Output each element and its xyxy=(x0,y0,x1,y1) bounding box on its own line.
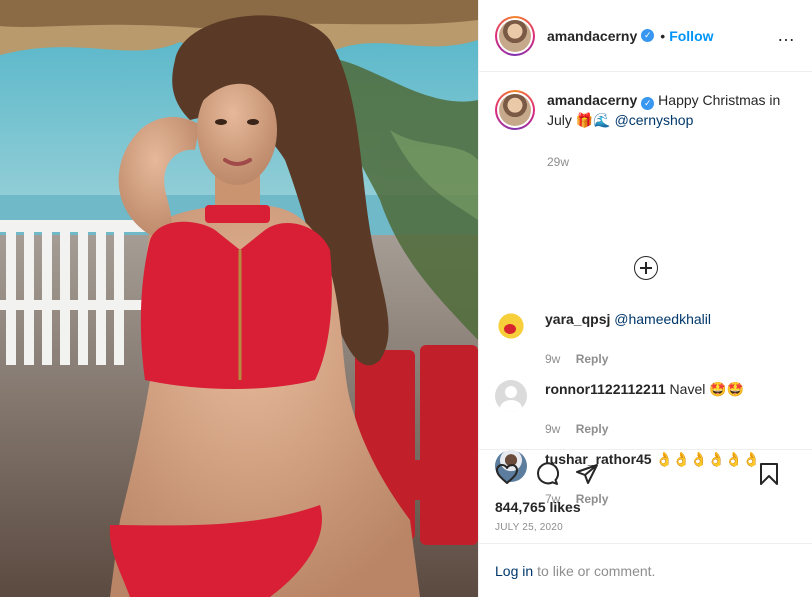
comment-username[interactable]: ronnor1122112211 xyxy=(545,381,666,397)
follow-button[interactable]: Follow xyxy=(669,28,713,44)
post-header: amandacerny ✓ • Follow … xyxy=(479,0,812,72)
login-link[interactable]: Log in xyxy=(495,563,533,579)
comment-text: Navel 🤩🤩 xyxy=(669,381,745,397)
commenter-avatar[interactable] xyxy=(495,380,527,412)
author-avatar-image xyxy=(499,19,531,52)
comment-timestamp[interactable]: 9w xyxy=(545,352,560,366)
verified-badge-icon: ✓ xyxy=(641,29,655,42)
login-prompt-text: to like or comment. xyxy=(537,562,656,579)
like-heart-icon[interactable] xyxy=(495,462,519,486)
comments-area: amandacerny ✓ Happy Christmas in July 🎁🌊 … xyxy=(479,72,812,506)
comment-body: ronnor1122112211 Navel 🤩🤩 9w Reply xyxy=(545,380,744,438)
post-date[interactable]: JULY 25, 2020 xyxy=(479,516,812,533)
caption-emoji: 🎁🌊 xyxy=(575,112,611,128)
likes-count[interactable]: 844,765 likes xyxy=(479,498,812,516)
comment-username[interactable]: yara_qpsj xyxy=(545,311,610,327)
comment-meta: 9w Reply xyxy=(545,350,711,368)
post-side-panel: amandacerny ✓ • Follow … amandacerny ✓ Ha… xyxy=(478,0,812,597)
comment-mention-link[interactable]: @hameedkhalil xyxy=(614,311,711,327)
post-caption: amandacerny ✓ Happy Christmas in July 🎁🌊 … xyxy=(495,90,796,172)
author-username[interactable]: amandacerny xyxy=(547,28,637,44)
more-options-icon[interactable]: … xyxy=(777,25,796,46)
share-paper-plane-icon[interactable] xyxy=(575,462,599,486)
reply-button[interactable]: Reply xyxy=(576,422,609,436)
caption-timestamp[interactable]: 29w xyxy=(547,152,787,172)
comment-timestamp[interactable]: 9w xyxy=(545,422,560,436)
caption-username[interactable]: amandacerny xyxy=(547,92,637,108)
post-photo[interactable] xyxy=(0,0,478,597)
load-more-comments-icon[interactable] xyxy=(634,256,658,280)
comment-item: yara_qpsj @hameedkhalil 9w Reply xyxy=(495,310,711,368)
action-icon-row xyxy=(479,450,812,498)
commenter-avatar[interactable] xyxy=(495,310,527,342)
header-separator: • xyxy=(660,27,666,44)
author-avatar[interactable] xyxy=(495,15,535,56)
comment-item: ronnor1122112211 Navel 🤩🤩 9w Reply xyxy=(495,380,744,438)
comment-body: yara_qpsj @hameedkhalil 9w Reply xyxy=(545,310,711,368)
caption-text-block: amandacerny ✓ Happy Christmas in July 🎁🌊 … xyxy=(547,90,787,172)
reply-button[interactable]: Reply xyxy=(576,352,609,366)
caption-mention-link[interactable]: @cernyshop xyxy=(615,112,694,128)
caption-avatar[interactable] xyxy=(495,90,535,130)
login-prompt: Log in to like or comment. xyxy=(479,543,812,597)
photo-illustration xyxy=(0,0,478,597)
comment-meta: 9w Reply xyxy=(545,420,744,438)
caption-avatar-image xyxy=(499,94,531,126)
caption-verified-badge-icon: ✓ xyxy=(641,96,655,110)
save-bookmark-icon[interactable] xyxy=(757,462,781,486)
comment-bubble-icon[interactable] xyxy=(535,462,559,486)
